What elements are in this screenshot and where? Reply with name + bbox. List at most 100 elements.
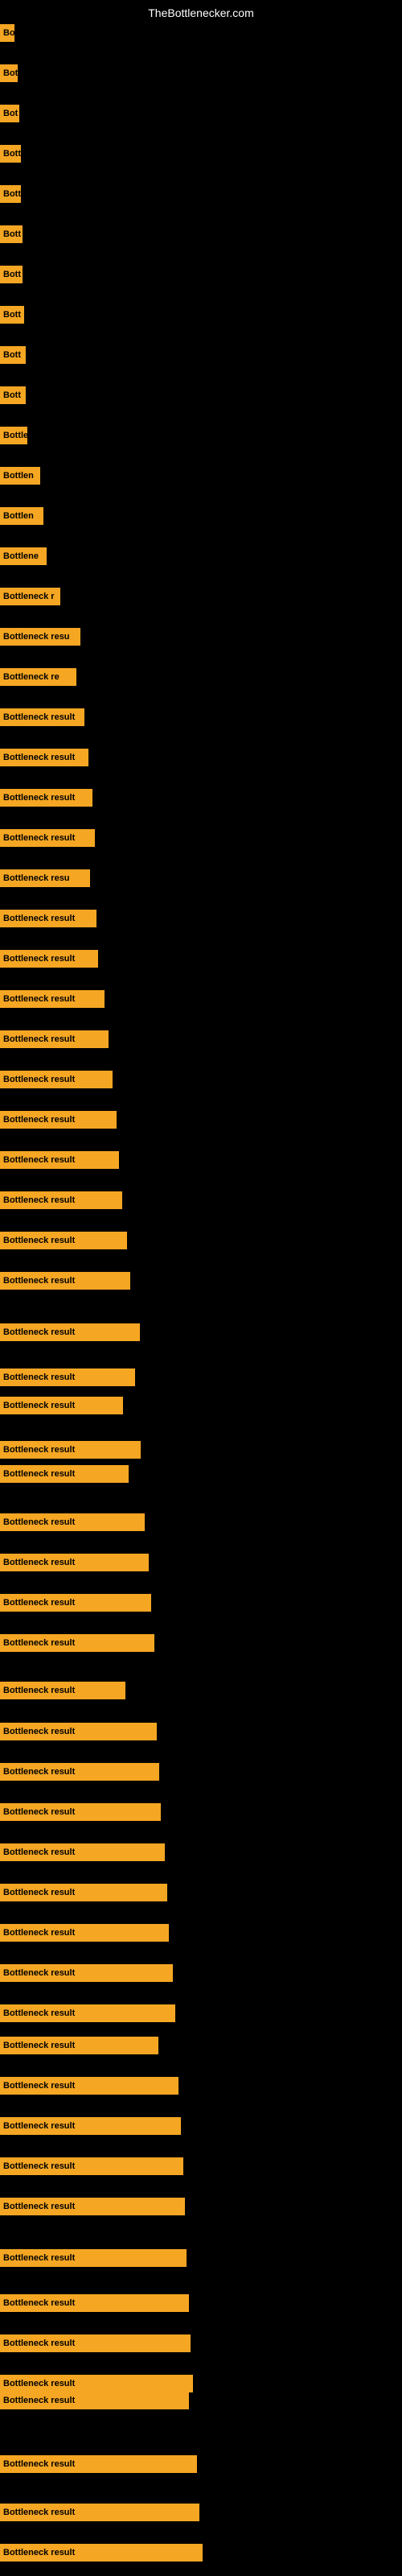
bar-item: Bottleneck result bbox=[0, 749, 88, 766]
bar-item: Bott bbox=[0, 386, 26, 404]
bar-item: Bottleneck result bbox=[0, 1441, 141, 1459]
bottleneck-bar: Bottleneck result bbox=[0, 1111, 117, 1129]
bottleneck-bar: Bottle bbox=[0, 427, 27, 444]
bottleneck-bar: Bottleneck result bbox=[0, 1964, 173, 1982]
bottleneck-bar: Bottleneck r bbox=[0, 588, 60, 605]
bar-item: Bottleneck result bbox=[0, 1513, 145, 1531]
bottleneck-bar: Bottlen bbox=[0, 507, 43, 525]
bar-item: Bott bbox=[0, 145, 21, 163]
bottleneck-bar: Bottleneck result bbox=[0, 2117, 181, 2135]
bar-item: Bottleneck result bbox=[0, 1151, 119, 1169]
bottleneck-bar: Bottleneck result bbox=[0, 1884, 167, 1901]
bar-item: Bottleneck result bbox=[0, 2375, 193, 2392]
bottleneck-bar: Bottleneck result bbox=[0, 2004, 175, 2022]
bar-item: Bottleneck result bbox=[0, 1594, 151, 1612]
bottleneck-bar: Bottleneck result bbox=[0, 2294, 189, 2312]
bar-item: Bottleneck result bbox=[0, 1843, 165, 1861]
bottleneck-bar: Bottleneck result bbox=[0, 1763, 159, 1781]
bar-item: Bottleneck re bbox=[0, 668, 76, 686]
bar-item: Bottleneck result bbox=[0, 1465, 129, 1483]
bar-item: Bottleneck result bbox=[0, 2544, 203, 2562]
bar-item: Bottleneck result bbox=[0, 2004, 175, 2022]
bottleneck-bar: Bottleneck result bbox=[0, 829, 95, 847]
bar-item: Bottleneck result bbox=[0, 1554, 149, 1571]
bottleneck-bar: Bottlen bbox=[0, 467, 40, 485]
bar-item: Bottleneck result bbox=[0, 2037, 158, 2054]
bar-item: Bottleneck resu bbox=[0, 869, 90, 887]
bottleneck-bar: Bottleneck result bbox=[0, 2249, 187, 2267]
bottleneck-bar: Bottleneck result bbox=[0, 1368, 135, 1386]
bar-item: Bottleneck result bbox=[0, 1191, 122, 1209]
bottleneck-bar: Bottleneck result bbox=[0, 1924, 169, 1942]
bar-item: Bottleneck result bbox=[0, 2334, 191, 2352]
bar-item: Bottleneck result bbox=[0, 1924, 169, 1942]
bar-item: Bottleneck result bbox=[0, 950, 98, 968]
bottleneck-bar: Bottleneck result bbox=[0, 1071, 113, 1088]
bar-item: Bottleneck result bbox=[0, 1763, 159, 1781]
bar-item: Bottleneck result bbox=[0, 2198, 185, 2215]
bar-item: Bottleneck result bbox=[0, 1030, 109, 1048]
bottleneck-bar: Bottleneck result bbox=[0, 2544, 203, 2562]
bar-item: Bottleneck result bbox=[0, 1323, 140, 1341]
bar-item: Bottleneck result bbox=[0, 1071, 113, 1088]
bar-item: Bottleneck result bbox=[0, 2392, 189, 2409]
bar-item: Bot bbox=[0, 64, 18, 82]
bar-item: Bottlen bbox=[0, 467, 40, 485]
bar-item: Bottleneck result bbox=[0, 2455, 197, 2473]
bottleneck-bar: Bott bbox=[0, 386, 26, 404]
bar-item: Bott bbox=[0, 306, 24, 324]
bottleneck-bar: Bottleneck result bbox=[0, 2375, 193, 2392]
site-title: TheBottlenecker.com bbox=[148, 6, 254, 19]
bottleneck-bar: Bottleneck result bbox=[0, 2157, 183, 2175]
bottleneck-bar: Bottleneck result bbox=[0, 708, 84, 726]
bar-item: Bottleneck result bbox=[0, 2504, 199, 2521]
bottleneck-bar: Bottleneck result bbox=[0, 1843, 165, 1861]
bottleneck-bar: Bot bbox=[0, 105, 19, 122]
bottleneck-bar: Bott bbox=[0, 346, 26, 364]
bottleneck-bar: Bottleneck result bbox=[0, 1441, 141, 1459]
bottleneck-bar: Bottleneck result bbox=[0, 2455, 197, 2473]
bottleneck-bar: Bott bbox=[0, 145, 21, 163]
bar-item: Bottlen bbox=[0, 507, 43, 525]
bottleneck-bar: Bottleneck result bbox=[0, 1594, 151, 1612]
bottleneck-bar: Bottleneck result bbox=[0, 1030, 109, 1048]
bar-item: Bottleneck result bbox=[0, 990, 105, 1008]
bottleneck-bar: Bottleneck result bbox=[0, 2334, 191, 2352]
bottleneck-bar: Bottleneck resu bbox=[0, 869, 90, 887]
bottleneck-bar: Bottleneck result bbox=[0, 1723, 157, 1740]
bottleneck-bar: Bo bbox=[0, 24, 14, 42]
bottleneck-bar: Bott bbox=[0, 306, 24, 324]
bar-item: Bottleneck result bbox=[0, 910, 96, 927]
bar-item: Bottleneck result bbox=[0, 708, 84, 726]
bottleneck-bar: Bottleneck result bbox=[0, 910, 96, 927]
bottleneck-bar: Bottleneck result bbox=[0, 2198, 185, 2215]
bar-item: Bottleneck result bbox=[0, 1884, 167, 1901]
bar-item: Bottleneck result bbox=[0, 1397, 123, 1414]
bottleneck-bar: Bottleneck result bbox=[0, 1397, 123, 1414]
bar-item: Bott bbox=[0, 185, 21, 203]
bottleneck-bar: Bottlene bbox=[0, 547, 47, 565]
bottleneck-bar: Bottleneck result bbox=[0, 1513, 145, 1531]
bar-item: Bottleneck result bbox=[0, 829, 95, 847]
bar-item: Bottleneck result bbox=[0, 2157, 183, 2175]
bar-item: Bott bbox=[0, 266, 23, 283]
bar-item: Bottleneck resu bbox=[0, 628, 80, 646]
bottleneck-bar: Bott bbox=[0, 185, 21, 203]
bar-item: Bo bbox=[0, 24, 14, 42]
bar-item: Bottleneck result bbox=[0, 2117, 181, 2135]
bottleneck-bar: Bottleneck result bbox=[0, 2504, 199, 2521]
bar-item: Bottleneck result bbox=[0, 1368, 135, 1386]
bottleneck-bar: Bott bbox=[0, 225, 23, 243]
bottleneck-bar: Bottleneck result bbox=[0, 1634, 154, 1652]
bottleneck-bar: Bottleneck result bbox=[0, 1803, 161, 1821]
bottleneck-bar: Bottleneck result bbox=[0, 749, 88, 766]
bottleneck-bar: Bottleneck resu bbox=[0, 628, 80, 646]
bar-item: Bottleneck result bbox=[0, 1682, 125, 1699]
bottleneck-bar: Bottleneck result bbox=[0, 1682, 125, 1699]
bar-item: Bottleneck result bbox=[0, 1803, 161, 1821]
bar-item: Bottle bbox=[0, 427, 27, 444]
bottleneck-bar: Bot bbox=[0, 64, 18, 82]
bottleneck-bar: Bottleneck result bbox=[0, 2077, 178, 2095]
bottleneck-bar: Bottleneck result bbox=[0, 1554, 149, 1571]
bottleneck-bar: Bottleneck result bbox=[0, 2392, 189, 2409]
